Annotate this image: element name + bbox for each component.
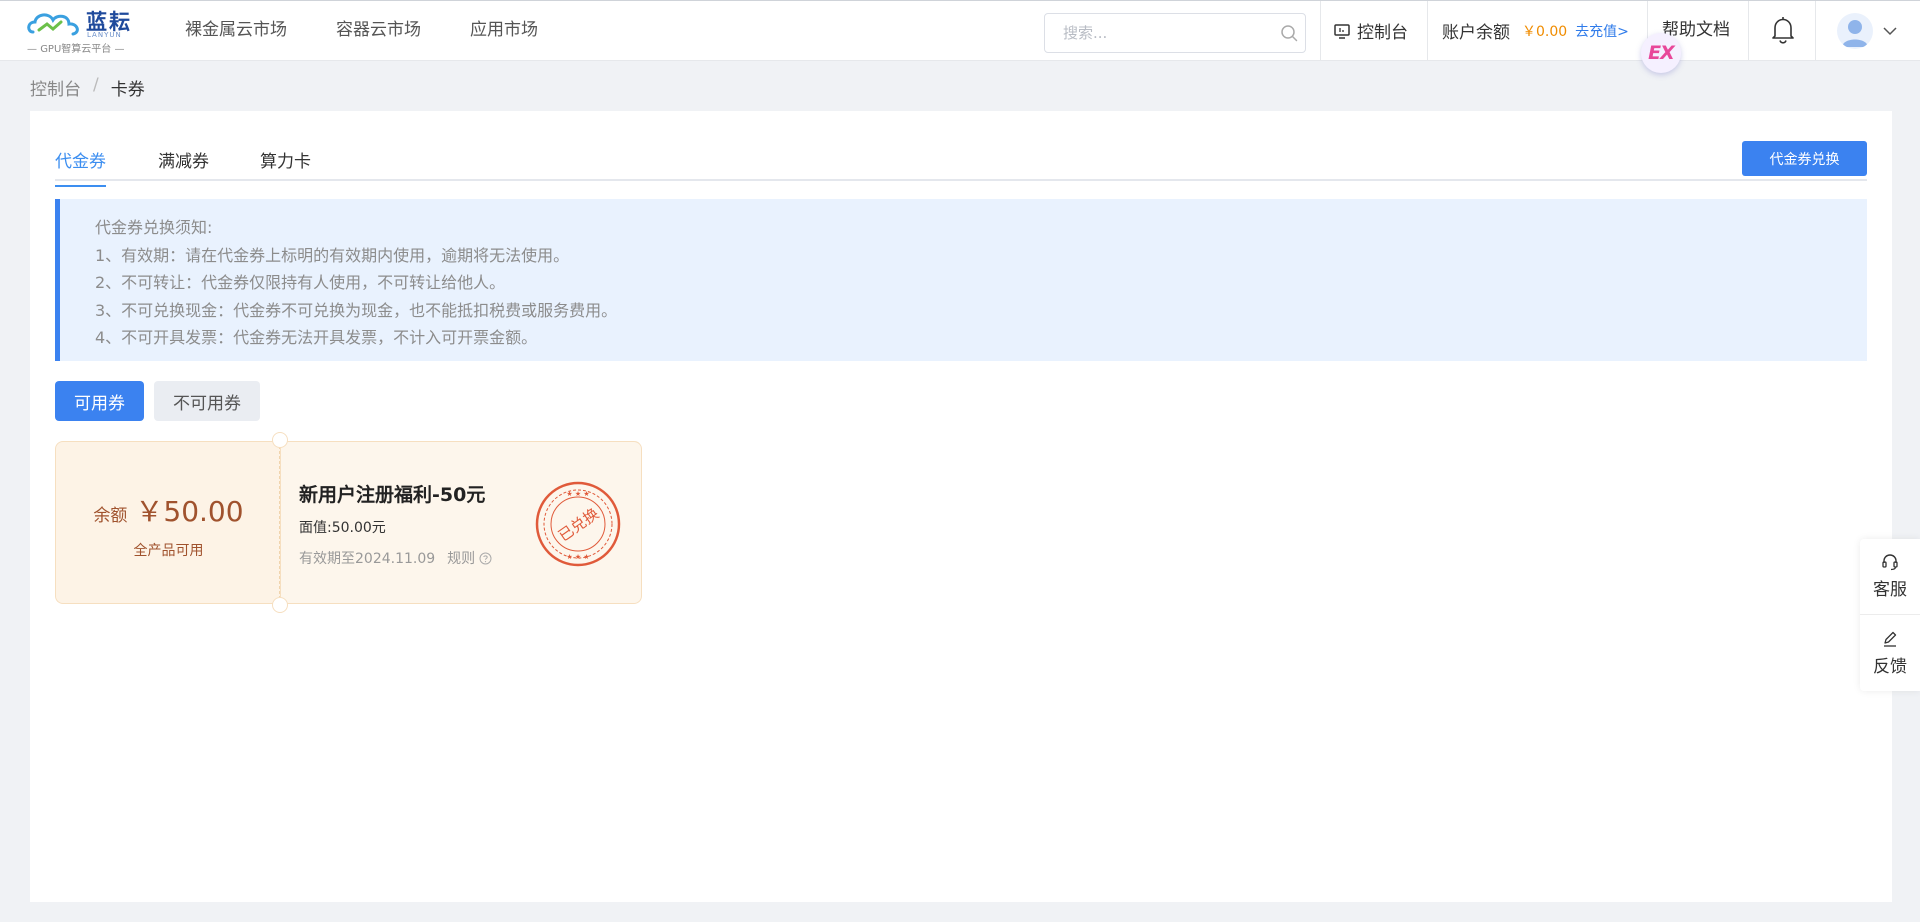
coupon-notch (272, 432, 288, 448)
customer-service-label: 客服 (1873, 580, 1907, 600)
ex-floating-badge[interactable]: EX (1641, 33, 1681, 73)
unavailable-coupons-button[interactable]: 不可用券 (154, 381, 260, 421)
redeem-notice: 代金券兑换须知: 1、有效期：请在代金券上标明的有效期内使用，逾期将无法使用。 … (55, 199, 1867, 361)
coupon-balance-label: 余额 (93, 506, 128, 526)
coupon-panel: 代金券 满减券 算力卡 代金券兑换 代金券兑换须知: 1、有效期：请在代金券上标… (30, 111, 1892, 902)
notice-line: 2、不可转让：代金券仅限持有人使用，不可转让给他人。 (95, 273, 506, 292)
redeemed-stamp-icon: 已兑换 ★ ★ ★ ★ ★ ★ (535, 481, 621, 567)
console-link[interactable]: 控制台 (1333, 1, 1408, 60)
coupon-tabs: 代金券 满减券 算力卡 (55, 111, 1867, 187)
user-icon (1842, 20, 1868, 47)
divider (1427, 1, 1428, 60)
availability-filter: 可用券 不可用券 (55, 381, 260, 421)
coupon-face-value: 面值:50.00元 (299, 520, 386, 536)
avatar (1837, 13, 1873, 49)
coupon-title: 新用户注册福利-50元 (299, 484, 486, 506)
cloud-logo-icon (27, 13, 79, 36)
logo-subtitle-text: GPU智算云平台 (40, 44, 112, 55)
tab-compute-card[interactable]: 算力卡 (260, 147, 311, 185)
search-box (1044, 13, 1306, 53)
coupon-expiry-date: 有效期至2024.11.09 (299, 551, 436, 567)
bell-icon[interactable] (1770, 16, 1796, 44)
logo-subtitle: — GPU智算云平台 — (27, 44, 125, 55)
monitor-icon (1334, 23, 1350, 39)
nav-app-market[interactable]: 应用市场 (470, 1, 538, 62)
headset-icon (1882, 554, 1898, 571)
coupon-rules-link[interactable]: 规则 (447, 548, 492, 568)
coupon-scope: 全产品可用 (133, 543, 204, 559)
customer-service-button[interactable]: 客服 (1860, 539, 1920, 615)
coupon-detail-section: 新用户注册福利-50元 面值:50.00元 有效期至2024.11.09 规则 … (280, 441, 642, 604)
breadcrumb: 控制台 / 卡券 (30, 75, 145, 100)
logo[interactable]: 蓝耘 LANYUN — GPU智算云平台 — (27, 7, 133, 57)
user-menu[interactable] (1837, 13, 1897, 49)
nav-bare-metal-market[interactable]: 裸金属云市场 (185, 1, 287, 62)
feedback-button[interactable]: 反馈 (1860, 615, 1920, 691)
divider (1748, 1, 1749, 60)
nav-container-market[interactable]: 容器云市场 (336, 1, 421, 62)
tab-voucher[interactable]: 代金券 (55, 147, 106, 187)
breadcrumb-current: 卡券 (110, 80, 145, 100)
search-icon[interactable] (1280, 24, 1298, 42)
voucher-redeem-button[interactable]: 代金券兑换 (1742, 141, 1867, 176)
search-input[interactable] (1063, 14, 1273, 52)
available-coupons-button[interactable]: 可用券 (55, 381, 144, 421)
divider (1320, 1, 1321, 60)
breadcrumb-separator: / (93, 75, 99, 95)
notice-line: 4、不可开具发票：代金券无法开具发票，不计入可开票金额。 (95, 328, 538, 347)
notice-title: 代金券兑换须知: (95, 218, 213, 237)
coupon-card: 余额 ￥50.00 全产品可用 新用户注册福利-50元 面值:50.00元 有效期… (55, 432, 642, 613)
stamp-text: 已兑换 (555, 505, 602, 546)
coupon-rules-label: 规则 (447, 551, 476, 567)
coupon-expiry: 有效期至2024.11.09 规则 (299, 548, 492, 568)
svg-text:★ ★ ★: ★ ★ ★ (566, 490, 589, 498)
divider (1815, 1, 1816, 60)
question-icon (479, 552, 492, 564)
main-nav: 裸金属云市场 容器云市场 应用市场 (185, 1, 587, 62)
breadcrumb-console[interactable]: 控制台 (30, 75, 81, 100)
coupon-balance: 余额 ￥50.00 (56, 490, 281, 530)
balance-label: 账户余额 (1442, 23, 1510, 43)
svg-text:★ ★ ★: ★ ★ ★ (566, 553, 589, 561)
edit-icon (1884, 631, 1897, 647)
chevron-down-icon (1883, 27, 1897, 36)
recharge-link[interactable]: 去充值> (1575, 21, 1629, 41)
coupon-balance-value: ￥50.00 (135, 495, 244, 528)
notice-line: 3、不可兑换现金：代金券不可兑换为现金，也不能抵扣税费或服务费用。 (95, 300, 618, 320)
top-bar: 蓝耘 LANYUN — GPU智算云平台 — 裸金属云市场 容器云市场 应用市场… (0, 0, 1920, 73)
logo-brand-en: LANYUN (87, 31, 122, 39)
coupon-notch (272, 597, 288, 613)
console-label: 控制台 (1357, 23, 1408, 43)
coupon-divider (279, 441, 281, 604)
notice-line: 1、有效期：请在代金券上标明的有效期内使用，逾期将无法使用。 (95, 245, 570, 265)
coupon-balance-section: 余额 ￥50.00 全产品可用 (55, 441, 280, 604)
tab-discount[interactable]: 满减券 (158, 147, 209, 185)
balance-amount: ￥0.00 (1522, 23, 1568, 40)
floating-side-tools: 客服 反馈 (1860, 539, 1920, 691)
account-balance: 账户余额 ￥0.00 去充值> (1442, 1, 1629, 60)
feedback-label: 反馈 (1873, 656, 1907, 677)
